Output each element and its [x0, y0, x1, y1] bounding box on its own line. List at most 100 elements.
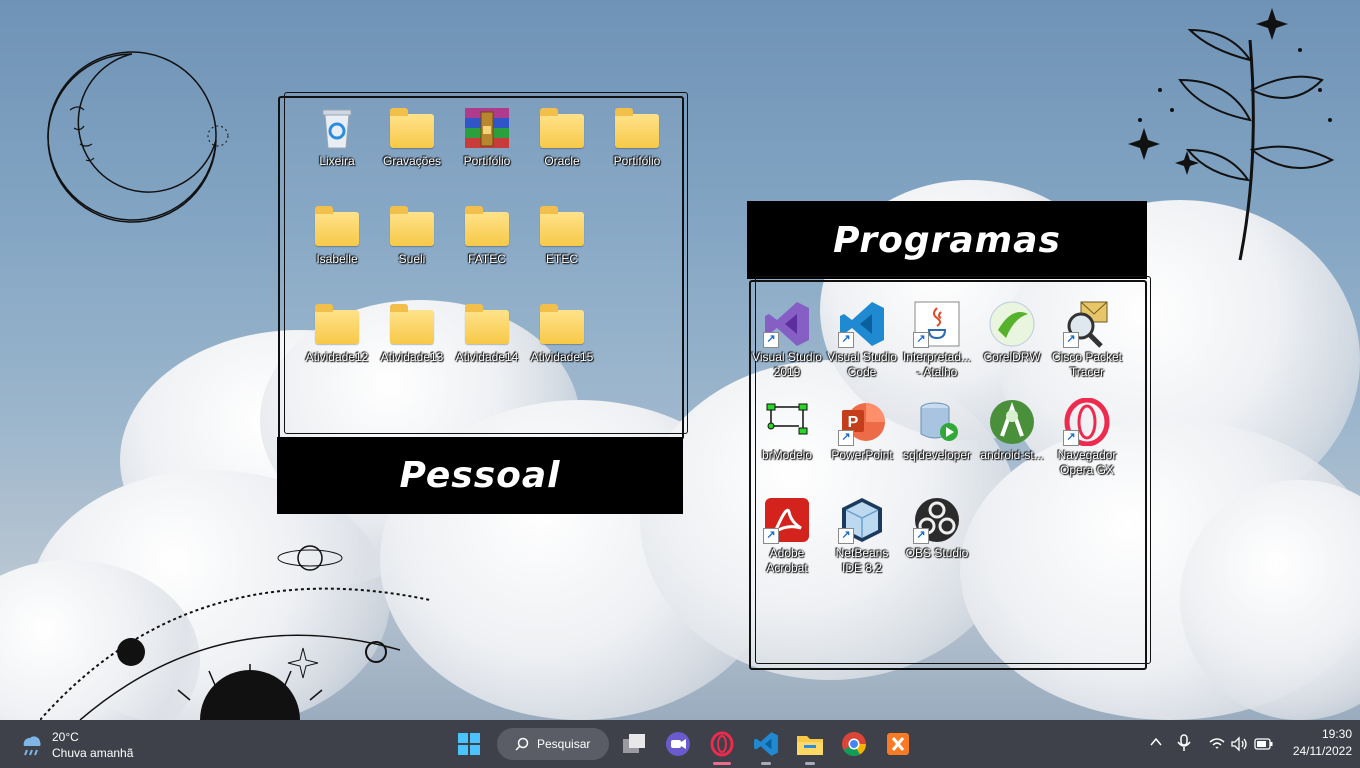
desktop-icon-portifolio-folder[interactable]: Portifólio: [600, 104, 674, 169]
weather-temp: 20°C: [52, 730, 79, 744]
tray-overflow-button[interactable]: [1148, 734, 1166, 754]
opera-gx-icon: [710, 731, 734, 757]
windows-start-icon: [458, 733, 480, 755]
desktop-icon-portifolio-archive[interactable]: Portifólio: [450, 104, 524, 169]
shortcut-arrow-icon: ↗: [838, 332, 854, 348]
desktop-icon-visual-studio-2019[interactable]: ↗ Visual Studio 2019: [750, 300, 824, 380]
desktop-icon-coreldraw[interactable]: CorelDRW: [975, 300, 1049, 365]
desktop-icon-java-interpreter[interactable]: ↗ Interpretad... - Atalho: [900, 300, 974, 380]
desktop-icon-cisco-packet-tracer[interactable]: ↗ Cisco Packet Tracer: [1050, 300, 1124, 380]
opera-gx-taskbar[interactable]: [704, 726, 740, 765]
desktop-icon-label: NetBeans IDE 8.2: [835, 546, 889, 575]
folder-icon: [313, 300, 361, 348]
file-explorer-icon: [797, 736, 823, 755]
start-button[interactable]: [451, 726, 487, 762]
shortcut-arrow-icon: ↗: [763, 528, 779, 544]
desktop-icon-label: Oracle: [544, 154, 580, 168]
meet-button[interactable]: [660, 726, 696, 762]
moon-drawing: [47, 51, 229, 223]
desktop-icon-label: Visual Studio Code: [827, 350, 897, 379]
java-icon: ↗: [913, 300, 961, 348]
desktop-icon-label: ETEC: [545, 252, 578, 266]
recycle-bin-icon: [313, 104, 361, 152]
battery-icon: [1254, 738, 1273, 750]
desktop-icon-label: Visual Studio 2019: [752, 350, 822, 379]
search-icon: [515, 737, 529, 751]
shortcut-arrow-icon: ↗: [763, 332, 779, 348]
desktop-icon-opera-gx[interactable]: ↗ Navegador Opera GX: [1050, 397, 1124, 478]
desktop-icon-label: Isabelle: [316, 252, 358, 266]
taskbar: 20°C Chuva amanhã Pesquisar 19:30 24/11/…: [0, 720, 1360, 768]
shortcut-arrow-icon: ↗: [838, 430, 854, 446]
android-studio-icon: [988, 398, 1036, 446]
chrome-taskbar[interactable]: [836, 726, 872, 762]
network-volume-battery-group[interactable]: [1206, 732, 1278, 756]
folder-icon: [388, 104, 436, 152]
desktop-icon-atividade14[interactable]: Atividade14: [450, 300, 524, 365]
weather-widget[interactable]: 20°C Chuva amanhã: [18, 728, 158, 762]
desktop-icon-atividade15[interactable]: Atividade15: [525, 300, 599, 365]
wifi-icon: [1209, 738, 1225, 749]
shortcut-arrow-icon: ↗: [1063, 332, 1079, 348]
file-explorer-taskbar[interactable]: [792, 726, 828, 765]
desktop-icon-atividade12[interactable]: Atividade12: [300, 300, 374, 365]
desktop-icon-isabelle[interactable]: Isabelle: [300, 202, 374, 267]
desktop-icon-label: FATEC: [468, 252, 506, 266]
vscode-taskbar[interactable]: [748, 726, 784, 765]
desktop-icon-etec[interactable]: ETEC: [525, 202, 599, 267]
desktop-icon-label: Atividade13: [380, 350, 444, 364]
xampp-icon: [887, 733, 909, 755]
desktop-icon-label: CorelDRW: [983, 350, 1041, 364]
pessoal-banner: Pessoal: [277, 437, 683, 514]
desktop-icon-label: Portifólio: [463, 154, 511, 168]
desktop-icon-adobe-acrobat[interactable]: ↗ Adobe Acrobat: [750, 496, 824, 576]
desktop-icon-label: Lixeira: [319, 154, 355, 168]
folder-icon: [463, 300, 511, 348]
task-view-icon: [623, 734, 645, 753]
desktop-icon-label: Gravações: [382, 154, 442, 168]
desktop-icon-powerpoint[interactable]: P ↗ PowerPoint: [825, 398, 899, 463]
xampp-taskbar[interactable]: [880, 726, 916, 762]
cisco-packet-tracer-icon: ↗: [1063, 300, 1111, 348]
programas-banner: Programas: [747, 201, 1147, 279]
microphone-button[interactable]: [1176, 734, 1194, 754]
desktop-icon-label: Atividade14: [455, 350, 519, 364]
shortcut-arrow-icon: ↗: [913, 332, 929, 348]
search-button[interactable]: Pesquisar: [497, 728, 609, 760]
microphone-icon: [1177, 734, 1191, 751]
programas-title: Programas: [833, 219, 1061, 261]
desktop-icon-atividade13[interactable]: Atividade13: [375, 300, 449, 365]
folder-icon: [538, 202, 586, 250]
clock[interactable]: 19:30 24/11/2022: [1282, 726, 1352, 762]
desktop-icon-gravacoes[interactable]: Gravações: [375, 104, 449, 169]
desktop-icon-label: android-st...: [980, 448, 1044, 462]
desktop-icon-label: OBS Studio: [905, 546, 969, 560]
desktop-icon-netbeans[interactable]: ↗ NetBeans IDE 8.2: [825, 496, 899, 576]
desktop-icon-sqldeveloper[interactable]: sqldeveloper: [900, 398, 974, 463]
visual-studio-icon: ↗: [763, 300, 811, 348]
desktop-icon-android-studio[interactable]: android-st...: [975, 398, 1049, 463]
desktop-icon-oracle[interactable]: Oracle: [525, 104, 599, 169]
netbeans-icon: ↗: [838, 496, 886, 544]
desktop-icon-label: Atividade15: [530, 350, 594, 364]
desktop-icon-label: sqldeveloper: [902, 448, 972, 462]
pessoal-title: Pessoal: [399, 455, 561, 496]
vscode-icon: [754, 732, 778, 756]
video-chat-icon: [666, 732, 690, 756]
desktop-icon-brmodelo[interactable]: brModelo: [750, 398, 824, 463]
desktop-icon-sueli[interactable]: Sueli: [375, 202, 449, 267]
folder-icon: [538, 300, 586, 348]
rain-cloud-icon: [23, 736, 41, 756]
task-view-button[interactable]: [616, 726, 652, 762]
desktop-icon-label: Portifólio: [613, 154, 661, 168]
volume-icon: [1231, 736, 1247, 752]
clock-time: 19:30: [1321, 727, 1352, 741]
folder-icon: [388, 202, 436, 250]
desktop-icon-obs-studio[interactable]: ↗ OBS Studio: [900, 496, 974, 561]
desktop-icon-lixeira[interactable]: Lixeira: [300, 104, 374, 169]
coreldraw-icon: [988, 300, 1036, 348]
desktop-icon-vscode[interactable]: ↗ Visual Studio Code: [825, 300, 899, 380]
opera-gx-icon: ↗: [1063, 397, 1111, 447]
desktop-icon-fatec[interactable]: FATEC: [450, 202, 524, 267]
chevron-up-icon: [1150, 737, 1162, 746]
